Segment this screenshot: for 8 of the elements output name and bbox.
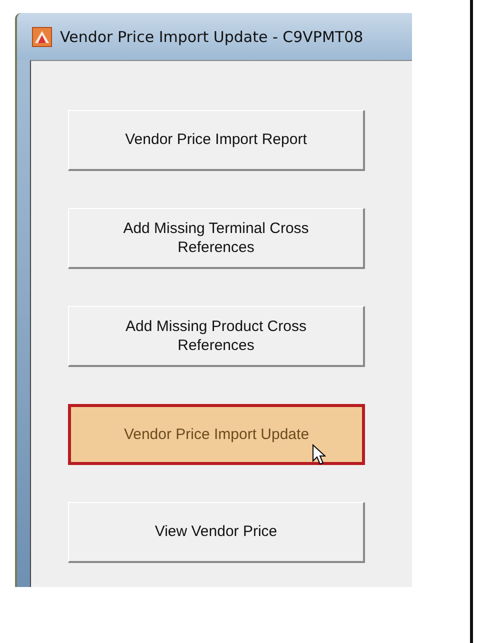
window-title: Vendor Price Import Update - C9VPMT08	[60, 28, 364, 46]
app-icon	[32, 26, 52, 46]
action-button[interactable]: View Vendor Price	[68, 502, 365, 563]
action-button[interactable]: Add Missing Product Cross References	[68, 306, 365, 367]
cursor-icon	[312, 444, 326, 466]
action-button[interactable]: Vendor Price Import Report	[68, 110, 365, 171]
action-button[interactable]: Vendor Price Import Update	[68, 404, 365, 465]
action-button[interactable]: Add Missing Terminal Cross References	[68, 208, 365, 269]
